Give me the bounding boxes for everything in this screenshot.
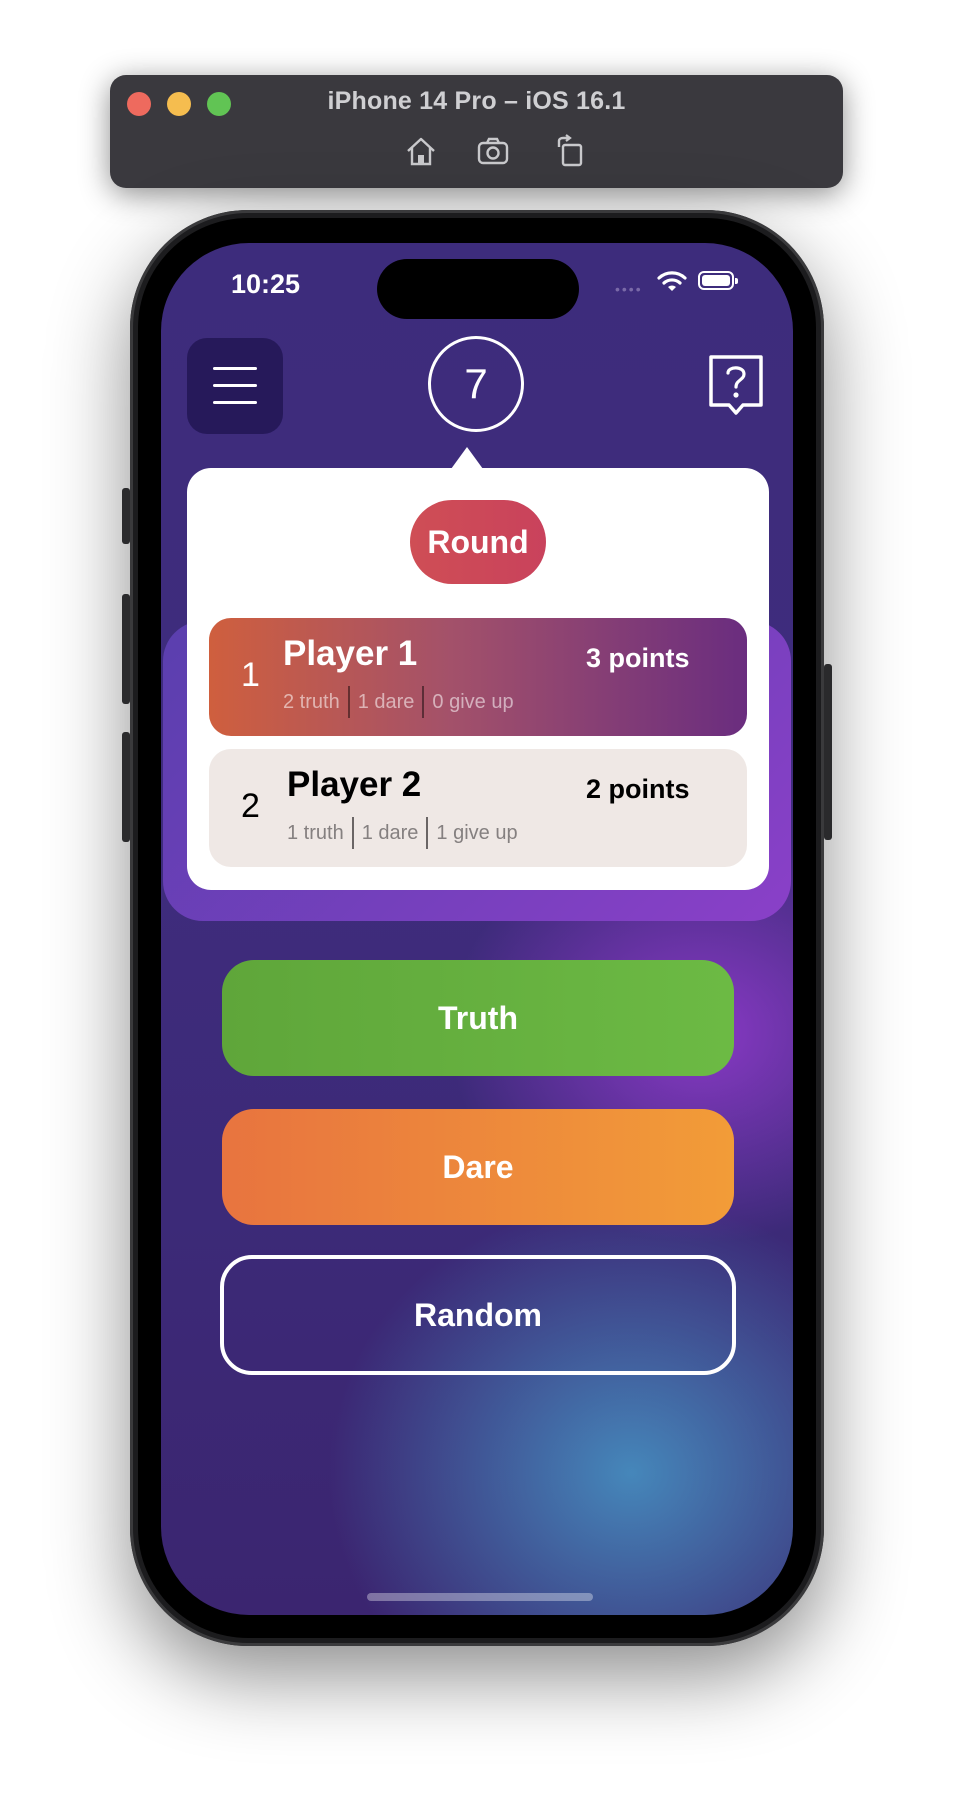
screenshot-icon[interactable] xyxy=(475,133,511,169)
rotate-icon[interactable] xyxy=(553,133,589,169)
player-name: Player 2 xyxy=(287,765,422,804)
dare-count: 1 dare xyxy=(357,690,415,713)
mute-switch xyxy=(122,488,130,544)
give-up-count: 1 give up xyxy=(436,821,518,844)
power-button xyxy=(824,664,832,840)
app-screen: 10:25 •••• 7 Round 1 Player 1 3 points 2… xyxy=(161,243,793,1615)
dynamic-island xyxy=(377,259,579,319)
truth-count: 1 truth xyxy=(287,821,344,844)
status-time: 10:25 xyxy=(231,269,301,299)
random-button[interactable]: Random xyxy=(220,1255,736,1375)
truth-count: 2 truth xyxy=(283,690,340,713)
truth-button[interactable]: Truth xyxy=(222,960,734,1076)
popover-arrow xyxy=(451,447,483,469)
stat-divider xyxy=(422,686,425,718)
home-icon[interactable] xyxy=(403,133,439,169)
dare-button[interactable]: Dare xyxy=(222,1109,734,1225)
help-bubble-icon[interactable] xyxy=(707,353,765,419)
player-stats: 2 truth 1 dare 0 give up xyxy=(283,686,514,718)
player-row-2[interactable]: 2 Player 2 2 points 1 truth 1 dare 1 giv… xyxy=(209,749,747,867)
player-points: 2 points xyxy=(586,774,690,804)
round-number-badge[interactable]: 7 xyxy=(428,336,524,432)
battery-icon xyxy=(698,271,738,290)
player-row-1[interactable]: 1 Player 1 3 points 2 truth 1 dare 0 giv… xyxy=(209,618,747,736)
player-points: 3 points xyxy=(586,643,690,673)
stat-divider xyxy=(426,817,429,849)
wifi-icon xyxy=(657,271,687,291)
simulator-title: iPhone 14 Pro – iOS 16.1 xyxy=(327,87,626,115)
player-rank: 2 xyxy=(241,787,260,825)
stat-divider xyxy=(347,686,350,718)
scoreboard-popover: Round 1 Player 1 3 points 2 truth 1 dare… xyxy=(187,468,769,890)
player-stats: 1 truth 1 dare 1 give up xyxy=(287,817,518,849)
signal-icon: •••• xyxy=(615,281,643,297)
player-rank: 1 xyxy=(241,656,260,694)
hamburger-menu-icon[interactable] xyxy=(187,338,283,434)
volume-up-button xyxy=(122,594,130,704)
player-name: Player 1 xyxy=(283,634,418,673)
stat-divider xyxy=(351,817,354,849)
simulator-toolbar: iPhone 14 Pro – iOS 16.1 xyxy=(110,75,843,188)
volume-down-button xyxy=(122,732,130,842)
home-indicator[interactable] xyxy=(367,1593,593,1601)
dare-count: 1 dare xyxy=(361,821,419,844)
round-label: Round xyxy=(410,500,546,584)
give-up-count: 0 give up xyxy=(432,690,514,713)
